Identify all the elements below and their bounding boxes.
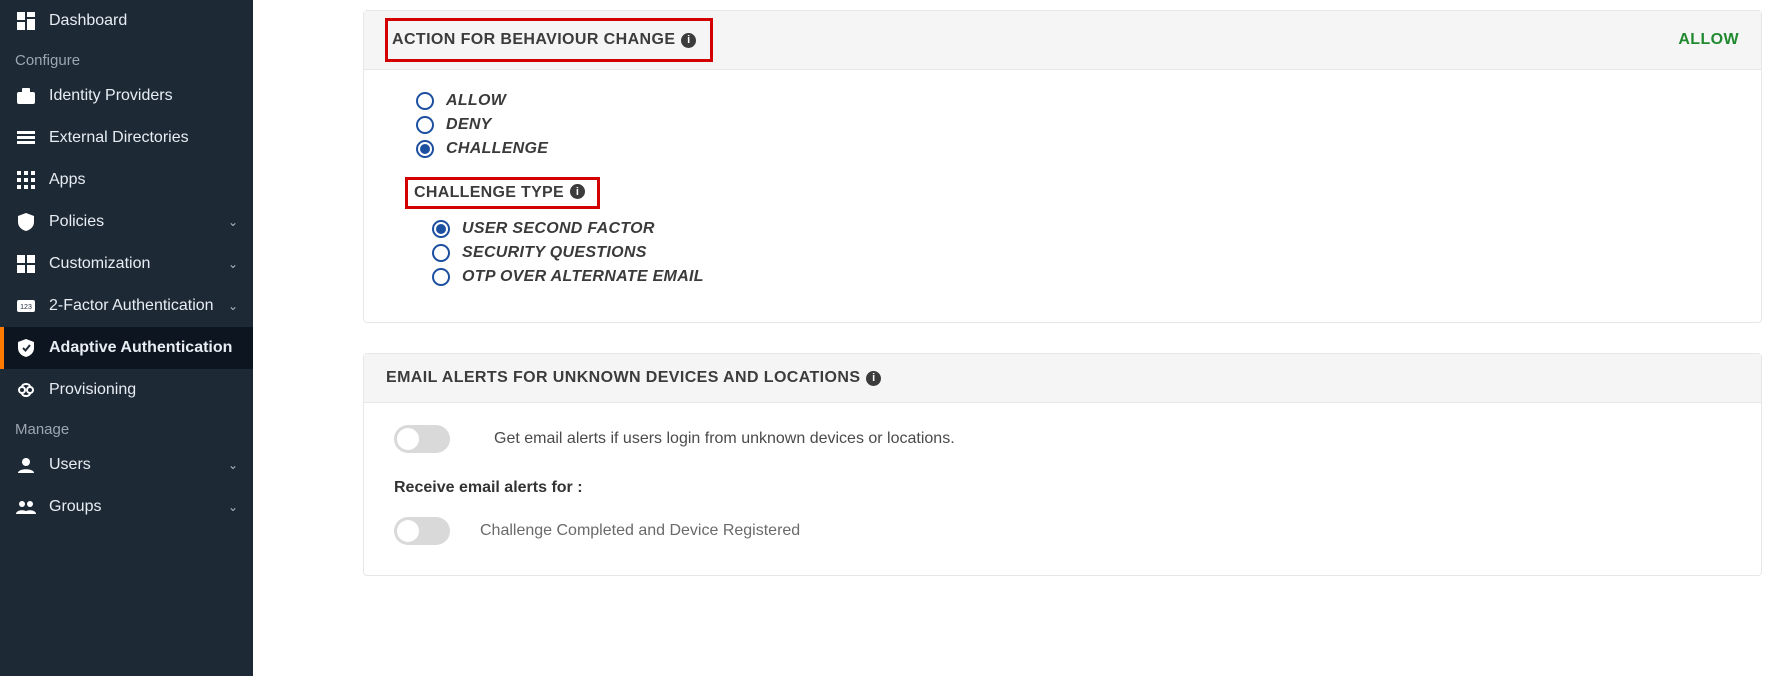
svg-text:123: 123 — [20, 304, 32, 311]
card-title: EMAIL ALERTS FOR UNKNOWN DEVICES AND LOC… — [386, 369, 881, 387]
status-chip-allow: ALLOW — [1678, 31, 1739, 49]
sidebar-item-label: Groups — [49, 498, 101, 516]
toggle-row-challenge-completed: Challenge Completed and Device Registere… — [394, 517, 1731, 545]
toggle-row-unknown-devices: Get email alerts if users login from unk… — [394, 425, 1731, 453]
toggle-label: Get email alerts if users login from unk… — [494, 430, 955, 448]
apps-icon — [15, 171, 37, 189]
challenge-title: CHALLENGE TYPE — [414, 184, 564, 202]
radio-label: USER SECOND FACTOR — [462, 220, 655, 238]
sidebar-item-label: Identity Providers — [49, 87, 173, 105]
info-icon[interactable]: i — [866, 371, 881, 386]
radio-otp-alternate-email[interactable]: OTP OVER ALTERNATE EMAIL — [432, 268, 1731, 286]
chevron-down-icon: ⌄ — [228, 500, 238, 514]
chevron-down-icon: ⌄ — [228, 458, 238, 472]
radio-dot — [432, 268, 450, 286]
sidebar-item-identity-providers[interactable]: Identity Providers — [0, 75, 253, 117]
card-email-alerts: EMAIL ALERTS FOR UNKNOWN DEVICES AND LOC… — [363, 353, 1762, 576]
chevron-down-icon: ⌄ — [228, 257, 238, 271]
list-icon — [15, 131, 37, 145]
puzzle-icon — [15, 255, 37, 273]
shield-check-icon — [15, 339, 37, 357]
radio-label: ALLOW — [446, 92, 506, 110]
sidebar: Dashboard Configure Identity Providers E… — [0, 0, 253, 676]
keypad-icon: 123 — [15, 300, 37, 312]
toggle-label: Challenge Completed and Device Registere… — [480, 522, 800, 540]
radio-label: CHALLENGE — [446, 140, 548, 158]
sidebar-heading-manage: Manage — [0, 411, 253, 444]
radio-user-second-factor[interactable]: USER SECOND FACTOR — [432, 220, 1731, 238]
sidebar-item-users[interactable]: Users ⌄ — [0, 444, 253, 486]
sidebar-item-label: Apps — [49, 171, 85, 189]
card-header: ACTION FOR BEHAVIOUR CHANGE i ALLOW — [364, 11, 1761, 70]
radio-challenge[interactable]: CHALLENGE — [416, 140, 1731, 158]
info-icon[interactable]: i — [681, 33, 696, 48]
main-content: ACTION FOR BEHAVIOUR CHANGE i ALLOW ALLO… — [253, 0, 1792, 676]
sidebar-item-external-directories[interactable]: External Directories — [0, 117, 253, 159]
card-title-text: EMAIL ALERTS FOR UNKNOWN DEVICES AND LOC… — [386, 369, 860, 387]
sidebar-item-label: External Directories — [49, 129, 189, 147]
challenge-type-heading: CHALLENGE TYPE i — [416, 178, 1731, 208]
sidebar-item-label: Policies — [49, 213, 104, 231]
user-icon — [15, 457, 37, 473]
card-action-behaviour: ACTION FOR BEHAVIOUR CHANGE i ALLOW ALLO… — [363, 10, 1762, 323]
sync-icon — [15, 381, 37, 399]
toggle-challenge-completed[interactable] — [394, 517, 450, 545]
radio-dot — [432, 244, 450, 262]
sidebar-item-label: Customization — [49, 255, 150, 273]
sidebar-item-label: Provisioning — [49, 381, 136, 399]
radio-dot — [432, 220, 450, 238]
radio-dot — [416, 116, 434, 134]
chevron-down-icon: ⌄ — [228, 299, 238, 313]
sidebar-item-groups[interactable]: Groups ⌄ — [0, 486, 253, 528]
radio-label: DENY — [446, 116, 492, 134]
group-icon — [15, 500, 37, 514]
receive-alerts-title: Receive email alerts for : — [394, 479, 1731, 497]
info-icon[interactable]: i — [570, 184, 585, 199]
chevron-down-icon: ⌄ — [228, 215, 238, 229]
radio-security-questions[interactable]: SECURITY QUESTIONS — [432, 244, 1731, 262]
briefcase-icon — [15, 88, 37, 104]
radio-label: SECURITY QUESTIONS — [462, 244, 647, 262]
toggle-unknown-devices[interactable] — [394, 425, 450, 453]
sidebar-item-dashboard[interactable]: Dashboard — [0, 0, 253, 42]
card-title-highlight: ACTION FOR BEHAVIOUR CHANGE i — [386, 19, 712, 61]
challenge-radio-group: USER SECOND FACTOR SECURITY QUESTIONS OT… — [432, 220, 1731, 286]
sidebar-item-policies[interactable]: Policies ⌄ — [0, 201, 253, 243]
sidebar-item-label: Users — [49, 456, 91, 474]
card-body: Get email alerts if users login from unk… — [364, 403, 1761, 575]
sidebar-item-provisioning[interactable]: Provisioning — [0, 369, 253, 411]
behaviour-radio-group: ALLOW DENY CHALLENGE — [416, 92, 1731, 158]
radio-label: OTP OVER ALTERNATE EMAIL — [462, 268, 704, 286]
sidebar-item-customization[interactable]: Customization ⌄ — [0, 243, 253, 285]
dashboard-icon — [15, 12, 37, 30]
sidebar-item-2fa[interactable]: 123 2-Factor Authentication ⌄ — [0, 285, 253, 327]
card-title: ACTION FOR BEHAVIOUR CHANGE — [392, 31, 675, 49]
sidebar-item-apps[interactable]: Apps — [0, 159, 253, 201]
radio-deny[interactable]: DENY — [416, 116, 1731, 134]
radio-dot — [416, 92, 434, 110]
sidebar-heading-configure: Configure — [0, 42, 253, 75]
sidebar-item-label: 2-Factor Authentication — [49, 297, 214, 315]
card-body: ALLOW DENY CHALLENGE CHALLENGE TYPE i US… — [364, 70, 1761, 322]
radio-allow[interactable]: ALLOW — [416, 92, 1731, 110]
radio-dot — [416, 140, 434, 158]
card-header: EMAIL ALERTS FOR UNKNOWN DEVICES AND LOC… — [364, 354, 1761, 403]
sidebar-item-adaptive-authentication[interactable]: Adaptive Authentication — [0, 327, 253, 369]
sidebar-item-label: Dashboard — [49, 12, 127, 30]
shield-icon — [15, 213, 37, 231]
sidebar-item-label: Adaptive Authentication — [49, 339, 232, 357]
